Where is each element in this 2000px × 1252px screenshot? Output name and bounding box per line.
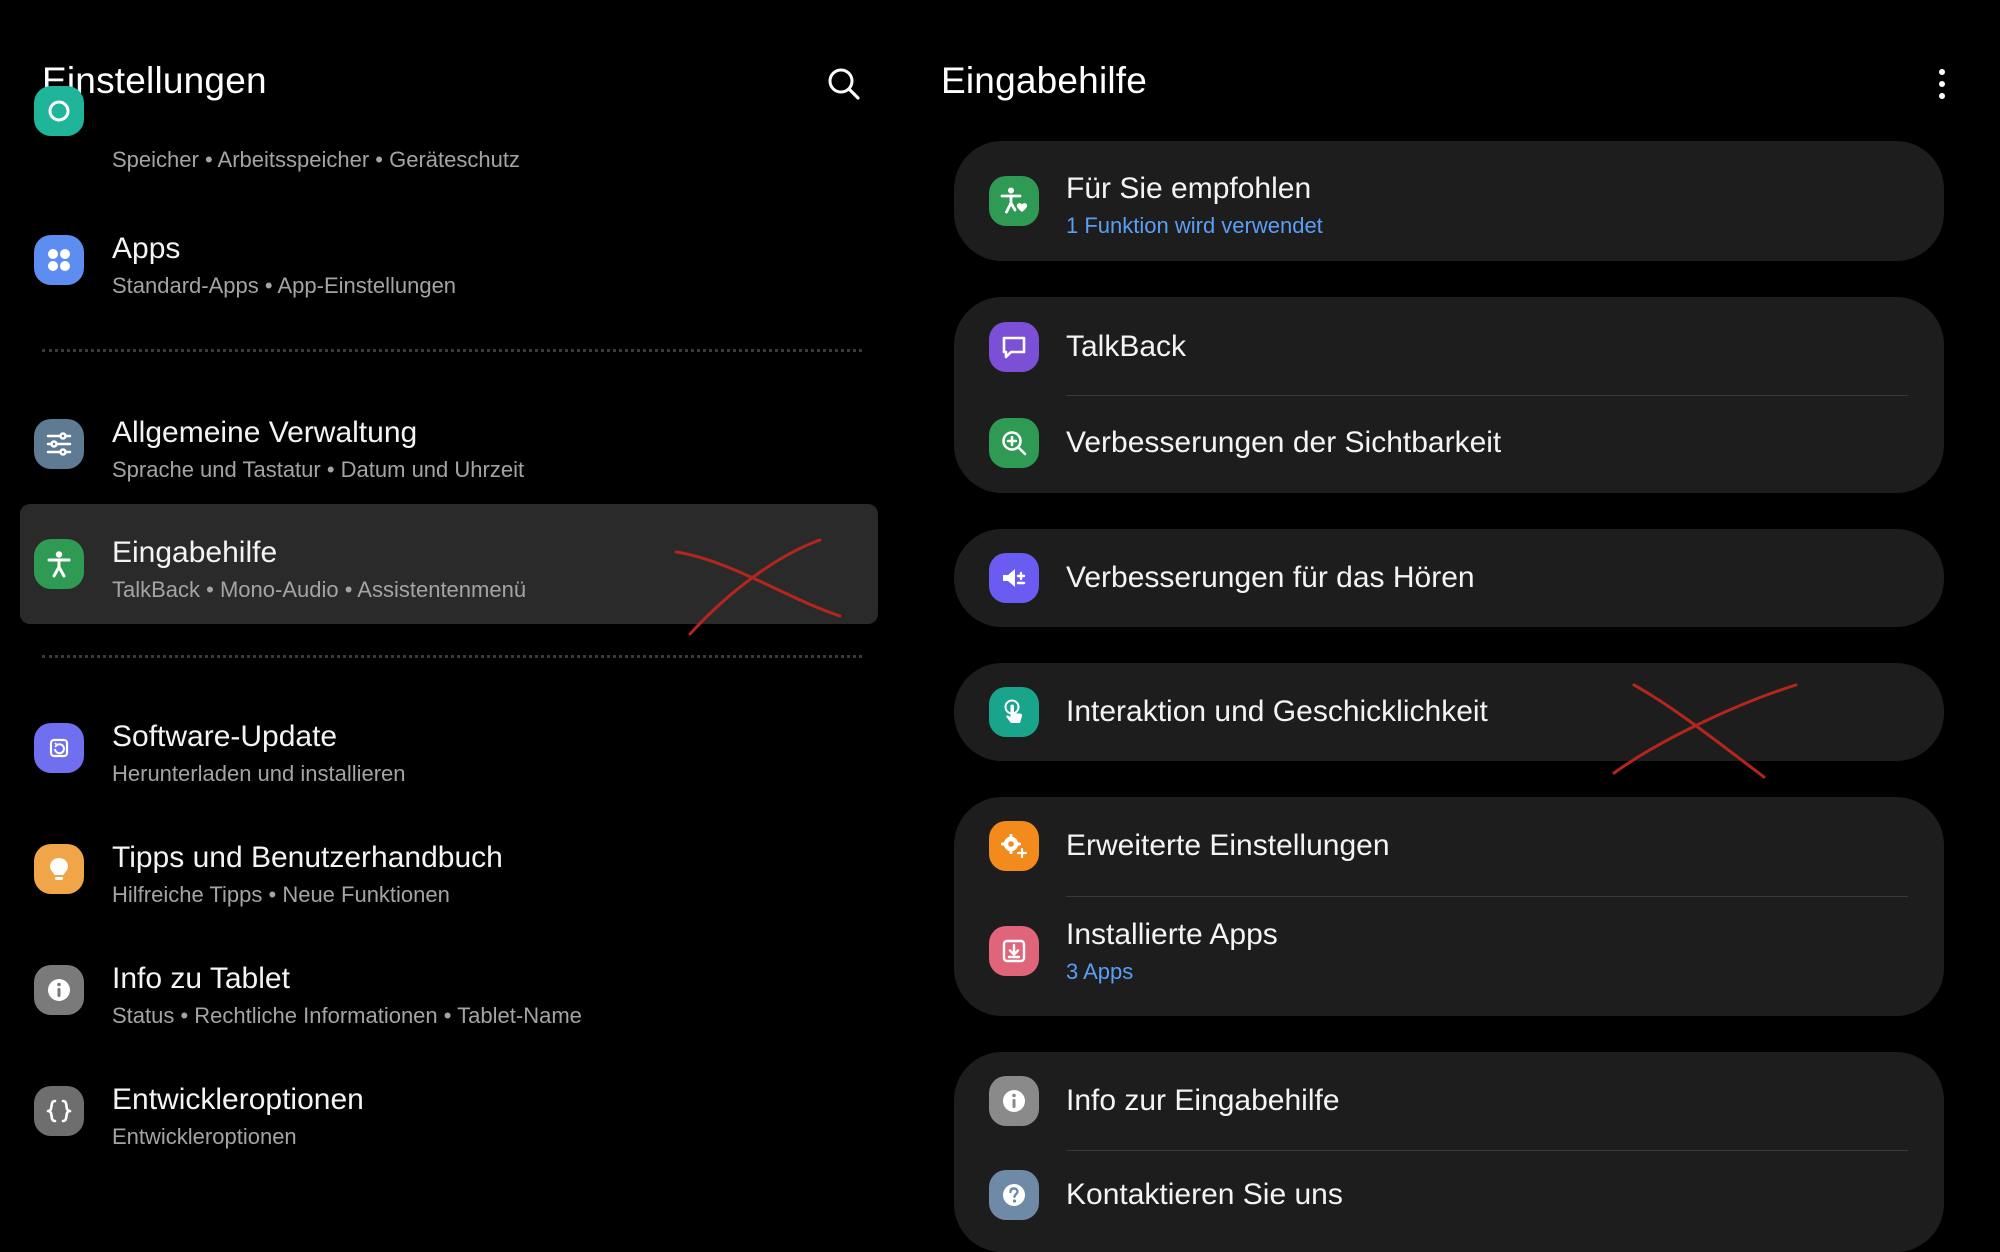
chat-bubble-icon (989, 322, 1039, 372)
device-care-icon (34, 86, 84, 136)
menu-item-talkback[interactable]: TalkBack (954, 297, 1944, 395)
settings-item-subtitle: Hilfreiche Tipps • Neue Funktionen (112, 882, 450, 907)
menu-item-visibility[interactable]: Verbesserungen der Sichtbarkeit (954, 395, 1944, 493)
settings-item-software-update[interactable]: Software-Update Herunterladen und instal… (20, 688, 878, 808)
page-title: Eingabehilfe (941, 60, 1148, 101)
menu-item-title: Interaktion und Geschicklichkeit (1066, 695, 1488, 728)
menu-item-title: Installierte Apps (1066, 918, 1278, 951)
menu-item-about-accessibility[interactable]: Info zur Eingabehilfe (954, 1052, 1944, 1150)
info-icon (34, 965, 84, 1015)
settings-item-tips[interactable]: Tipps und Benutzerhandbuch Hilfreiche Ti… (20, 809, 878, 929)
card-advanced: Erweiterte Einstellungen Installierte Ap… (954, 797, 1944, 1016)
card-interaction: Interaktion und Geschicklichkeit (954, 663, 1944, 779)
menu-item-subtitle: 3 Apps (1066, 959, 1134, 984)
settings-item-apps[interactable]: Apps Standard-Apps • App-Einstellungen (20, 200, 878, 320)
menu-item-title: Erweiterte Einstellungen (1066, 829, 1390, 862)
update-icon (34, 723, 84, 773)
settings-item-title: Entwickleroptionen (112, 1083, 364, 1116)
menu-item-title: Verbesserungen der Sichtbarkeit (1066, 426, 1502, 459)
menu-item-title: Kontaktieren Sie uns (1066, 1178, 1343, 1211)
settings-item-subtitle: Herunterladen und installieren (112, 761, 406, 786)
accessibility-icon (34, 539, 84, 589)
settings-item-subtitle: TalkBack • Mono-Audio • Assistentenmenü (112, 577, 527, 602)
question-icon (989, 1170, 1039, 1220)
search-icon (827, 67, 861, 101)
settings-item-title: Allgemeine Verwaltung (112, 416, 418, 449)
red-x-mark-icon (1604, 677, 1804, 787)
braces-icon (34, 1086, 84, 1136)
menu-item-title: Verbesserungen für das Hören (1066, 561, 1475, 594)
menu-item-hearing[interactable]: Verbesserungen für das Hören (954, 529, 1944, 627)
card-info: Info zur Eingabehilfe Kontaktieren Sie u… (954, 1052, 1944, 1252)
menu-item-title: TalkBack (1066, 330, 1187, 363)
settings-pane: Einstellungen Speicher • Arbeitsspeicher… (0, 0, 900, 1208)
card-recommended: Für Sie empfohlen 1 Funktion wird verwen… (954, 141, 1944, 261)
settings-item-title: Tipps und Benutzerhandbuch (112, 841, 503, 874)
settings-item-subtitle: Speicher • Arbeitsspeicher • Geräteschut… (112, 147, 520, 172)
menu-item-title: Für Sie empfohlen (1066, 172, 1312, 205)
menu-item-title: Info zur Eingabehilfe (1066, 1084, 1340, 1117)
divider (42, 349, 862, 352)
lightbulb-icon (34, 844, 84, 894)
download-icon (989, 926, 1039, 976)
menu-item-recommended[interactable]: Für Sie empfohlen 1 Funktion wird verwen… (954, 141, 1944, 261)
menu-item-contact[interactable]: Kontaktieren Sie uns (954, 1150, 1944, 1252)
settings-item-title: Info zu Tablet (112, 962, 290, 995)
settings-item-accessibility[interactable]: Eingabehilfe TalkBack • Mono-Audio • Ass… (20, 504, 878, 636)
accessibility-pane: Eingabehilfe Für Sie empfohlen 1 Funktio… (900, 0, 2000, 1252)
divider (42, 655, 862, 658)
more-vertical-icon (1936, 67, 1948, 101)
card-vision: TalkBack Verbesserungen der Sichtbarkeit (954, 297, 1944, 493)
accessibility-heart-icon (989, 176, 1039, 226)
settings-item-general-management[interactable]: Allgemeine Verwaltung Sprache und Tastat… (20, 384, 878, 504)
settings-item-device-care[interactable]: Speicher • Arbeitsspeicher • Geräteschut… (20, 86, 878, 180)
more-options-button[interactable] (1910, 52, 1974, 116)
settings-item-subtitle: Sprache und Tastatur • Datum und Uhrzeit (112, 457, 525, 482)
red-x-mark-icon (670, 530, 860, 640)
settings-item-subtitle: Status • Rechtliche Informationen • Tabl… (112, 1003, 582, 1028)
menu-item-subtitle: 1 Funktion wird verwendet (1066, 213, 1323, 238)
settings-item-developer-options[interactable]: Entwickleroptionen Entwickleroptionen (20, 1051, 878, 1171)
settings-item-title: Apps (112, 232, 181, 265)
menu-item-advanced[interactable]: Erweiterte Einstellungen (954, 797, 1944, 896)
sliders-icon (34, 419, 84, 469)
touch-icon (989, 687, 1039, 737)
apps-icon (34, 235, 84, 285)
settings-item-title: Eingabehilfe (112, 536, 278, 569)
settings-item-about-tablet[interactable]: Info zu Tablet Status • Rechtliche Infor… (20, 930, 878, 1050)
speaker-plus-icon (989, 553, 1039, 603)
gear-plus-icon (989, 821, 1039, 871)
card-hearing: Verbesserungen für das Hören (954, 529, 1944, 627)
menu-item-installed-apps[interactable]: Installierte Apps 3 Apps (954, 896, 1944, 1016)
info-icon (989, 1076, 1039, 1126)
zoom-in-icon (989, 418, 1039, 468)
settings-item-subtitle: Standard-Apps • App-Einstellungen (112, 273, 457, 298)
settings-item-title: Software-Update (112, 720, 338, 753)
settings-item-subtitle: Entwickleroptionen (112, 1124, 297, 1149)
